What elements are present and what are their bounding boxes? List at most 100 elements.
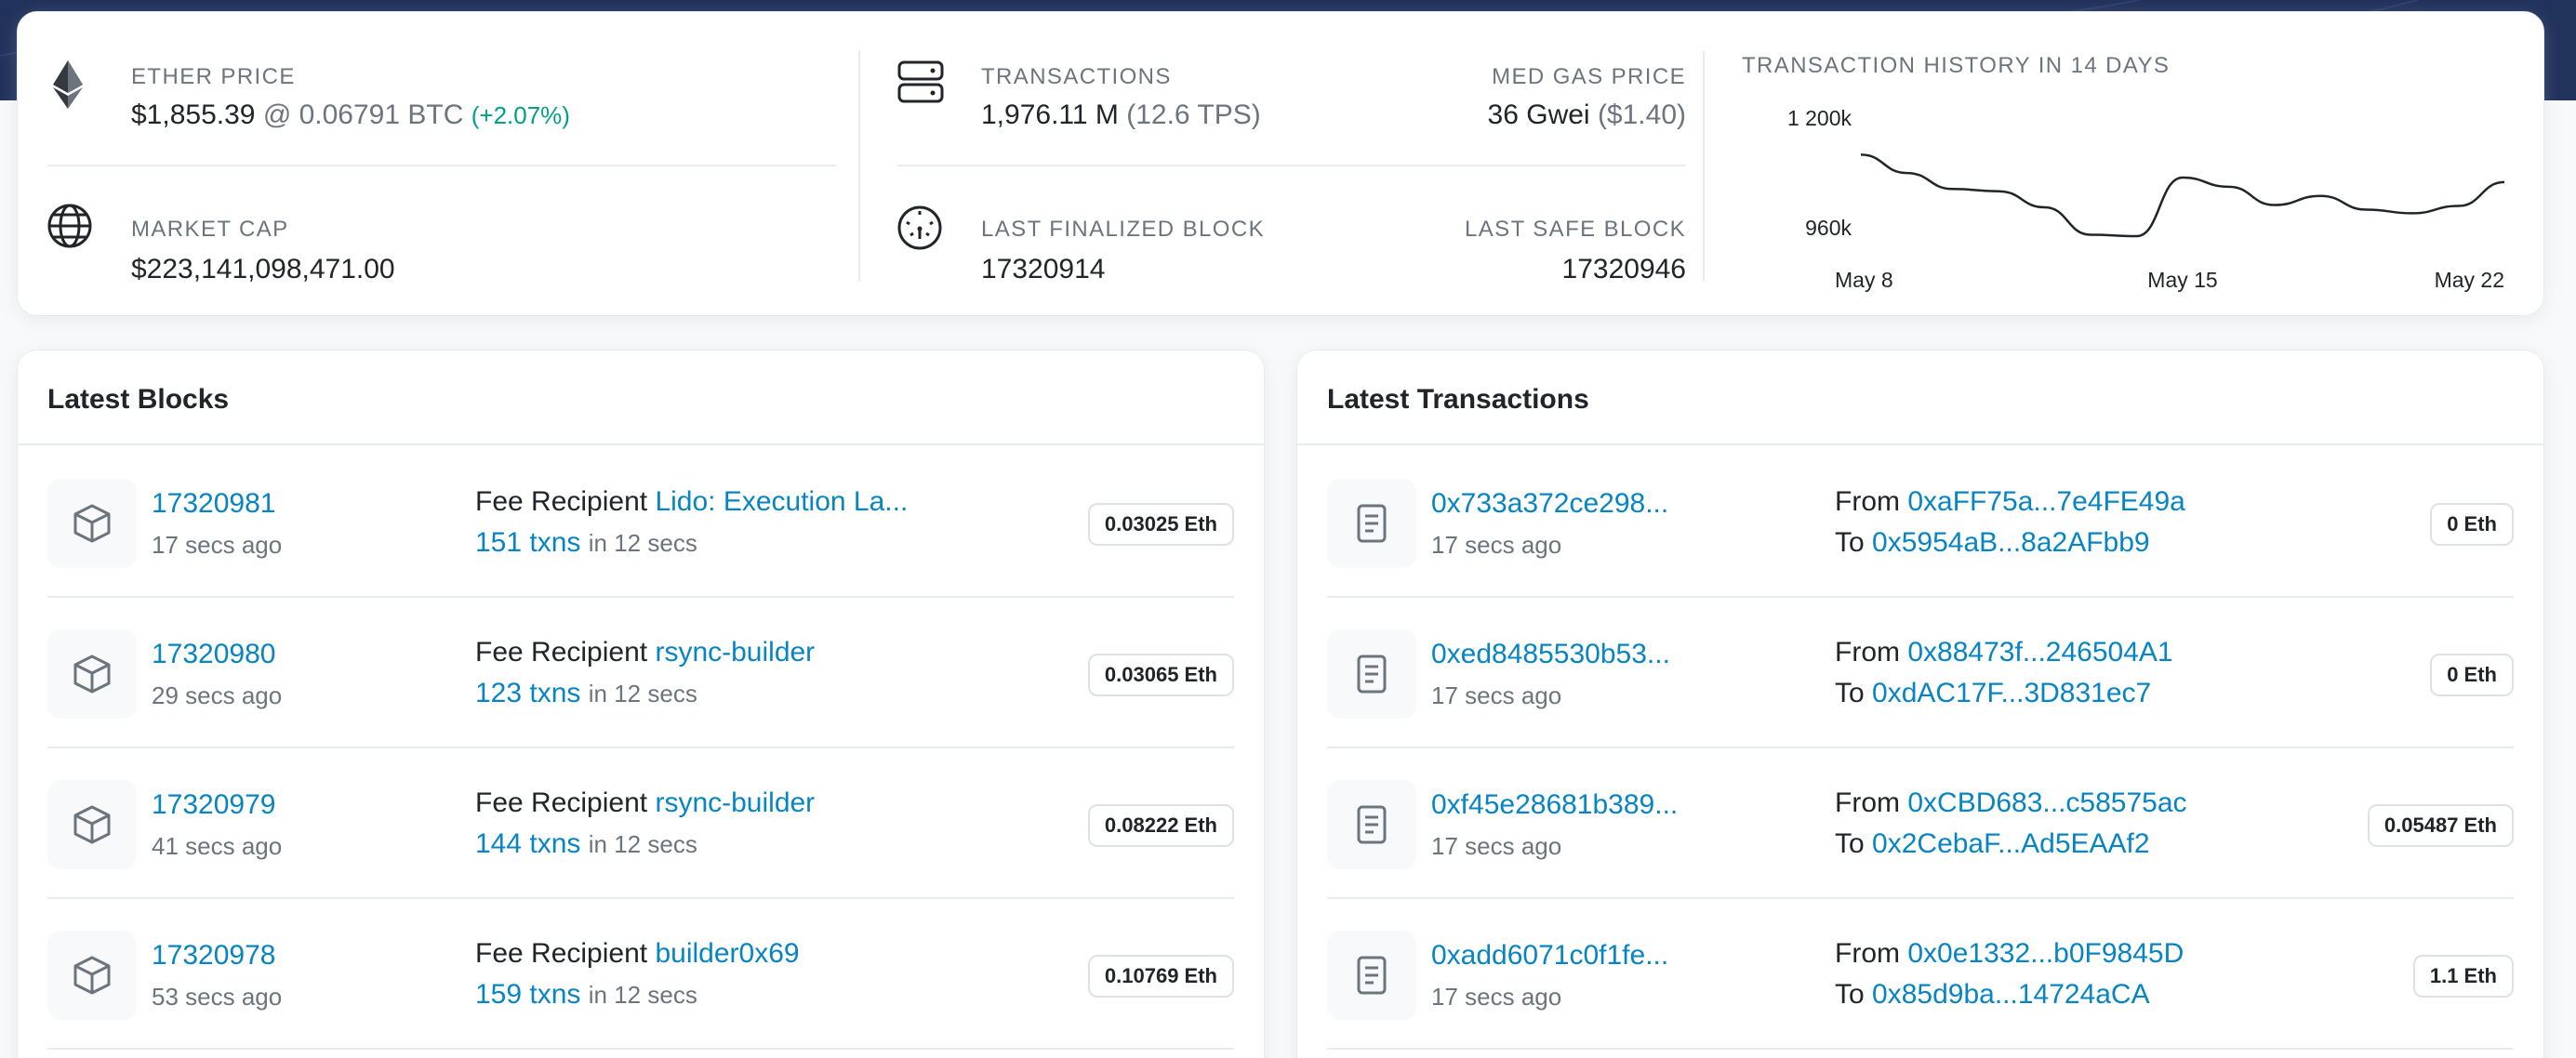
block-reward-badge[interactable]: 0.03025 Eth <box>1087 503 1234 546</box>
transaction-tile <box>1327 931 1416 1020</box>
transactions-stat: TRANSACTIONS 1,976.11 M (12.6 TPS) MED G… <box>897 23 1686 135</box>
chart-point[interactable] <box>2131 231 2143 242</box>
fee-recipient-link[interactable]: Lido: Execution La... <box>655 486 908 517</box>
chart-point[interactable] <box>1947 183 1959 194</box>
med-gas-usd: ($1.40) <box>1597 99 1686 130</box>
transactions-count[interactable]: 1,976.11 M <box>981 99 1119 130</box>
transaction-hash-link[interactable]: 0xed8485530b53... <box>1431 639 1670 670</box>
to-address-link[interactable]: 0x2CebaF...Ad5EAAf2 <box>1872 828 2150 859</box>
block-reward-badge[interactable]: 0.03065 Eth <box>1087 654 1234 696</box>
block-tile <box>47 931 137 1020</box>
block-time-label: in 12 secs <box>588 529 697 557</box>
fee-recipient-link[interactable]: rsync-builder <box>655 637 815 668</box>
chart-point[interactable] <box>1901 167 1912 179</box>
chart-point[interactable] <box>2499 177 2510 188</box>
block-tile <box>47 479 137 568</box>
transaction-value-badge[interactable]: 1.1 Eth <box>2412 955 2514 998</box>
ether-price-btc: @ 0.06791 BTC <box>262 99 464 130</box>
block-number-link[interactable]: 17320978 <box>152 940 275 972</box>
block-number-link[interactable]: 17320981 <box>152 488 275 520</box>
to-address-link[interactable]: 0xdAC17F...3D831ec7 <box>1872 678 2151 708</box>
transactions-label: TRANSACTIONS <box>981 64 1172 89</box>
fee-recipient: Fee Recipient rsync-builder <box>475 637 815 668</box>
chart-point[interactable] <box>2223 181 2234 192</box>
transaction-hash-link[interactable]: 0x733a372ce298... <box>1431 488 1668 520</box>
server-icon <box>897 60 944 103</box>
market-cap-value: $223,141,098,471.00 <box>131 254 395 284</box>
to-label: To <box>1835 979 1865 1010</box>
divider <box>47 165 836 166</box>
from-address-link[interactable]: 0xCBD683...c58575ac <box>1907 787 2186 818</box>
transaction-age: 17 secs ago <box>1431 531 1562 559</box>
block-row: 17320980 29 secs ago Fee Recipient rsync… <box>47 598 1234 748</box>
chart-point[interactable] <box>2269 200 2280 211</box>
transaction-value-badge[interactable]: 0.05487 Eth <box>2367 804 2514 847</box>
block-row: 17320979 41 secs ago Fee Recipient rsync… <box>47 748 1234 899</box>
chart-point[interactable] <box>2085 230 2096 241</box>
transaction-value-badge[interactable]: 0 Eth <box>2430 654 2514 696</box>
transaction-tile <box>1327 780 1416 869</box>
chart-point[interactable] <box>2039 202 2051 213</box>
transactions-series-line <box>1860 153 2505 238</box>
chart-point[interactable] <box>2315 191 2326 202</box>
chart-point[interactable] <box>2361 204 2372 215</box>
block-reward-badge[interactable]: 0.10769 Eth <box>1087 955 1234 998</box>
latest-blocks-title: Latest Blocks <box>47 384 230 415</box>
transaction-to: To 0x2CebaF...Ad5EAAf2 <box>1835 828 2150 860</box>
ether-price-usd[interactable]: $1,855.39 <box>131 99 255 130</box>
block-time-label: in 12 secs <box>588 830 697 858</box>
to-address-link[interactable]: 0x5954aB...8a2AFbb9 <box>1872 527 2150 558</box>
fee-recipient-link[interactable]: builder0x69 <box>655 938 799 969</box>
network-stats-card: ETHER PRICE $1,855.39 @ 0.06791 BTC (+2.… <box>17 11 2544 316</box>
transaction-hash-link[interactable]: 0xf45e28681b389... <box>1431 789 1678 821</box>
last-finalized-value[interactable]: 17320914 <box>981 254 1105 285</box>
y-tick-label: 960k <box>1805 216 1852 240</box>
to-address-link[interactable]: 0x85d9ba...14724aCA <box>1872 979 2150 1010</box>
chart-title: TRANSACTION HISTORY IN 14 DAYS <box>1742 53 2171 78</box>
transaction-history-chart: TRANSACTION HISTORY IN 14 DAYS 1 200k 960… <box>1742 12 2527 317</box>
divider <box>897 165 1686 166</box>
transaction-to: To 0xdAC17F...3D831ec7 <box>1835 678 2151 709</box>
latest-blocks-header: Latest Blocks <box>18 350 1264 445</box>
document-icon <box>1357 956 1387 995</box>
block-age: 29 secs ago <box>152 681 283 709</box>
block-number-link[interactable]: 17320980 <box>152 639 275 670</box>
latest-transactions-title: Latest Transactions <box>1327 384 1589 415</box>
chart-point[interactable] <box>1855 149 1866 160</box>
fee-recipient: Fee Recipient rsync-builder <box>475 787 815 819</box>
last-safe-value[interactable]: 17320946 <box>1562 254 1686 285</box>
block-txns-link[interactable]: 159 txns <box>475 979 580 1010</box>
chart-point[interactable] <box>1993 186 2004 197</box>
block-reward-badge[interactable]: 0.08222 Eth <box>1087 804 1234 847</box>
chart-point[interactable] <box>2407 207 2418 218</box>
cube-icon <box>73 504 111 543</box>
from-address-link[interactable]: 0x88473f...246504A1 <box>1907 637 2172 668</box>
block-age: 17 secs ago <box>152 531 283 559</box>
fee-recipient-label: Fee Recipient <box>475 938 648 969</box>
block-number-link[interactable]: 17320979 <box>152 789 275 821</box>
transaction-hash-link[interactable]: 0xadd6071c0f1fe... <box>1431 940 1668 972</box>
chart-point[interactable] <box>2177 172 2188 183</box>
document-icon <box>1357 655 1387 694</box>
chart-svg[interactable]: 1 200k 960k May 8 May 15 May 22 <box>1742 105 2527 300</box>
document-icon <box>1357 504 1387 543</box>
from-address-link[interactable]: 0xaFF75a...7e4FE49a <box>1907 486 2185 517</box>
transaction-row: 0xf45e28681b389... 17 secs ago From 0xCB… <box>1327 748 2514 899</box>
transaction-value-badge[interactable]: 0 Eth <box>2430 503 2514 546</box>
transactions-value: 1,976.11 M (12.6 TPS) <box>981 99 1261 131</box>
latest-transactions-panel: Latest Transactions 0x733a372ce298... 17… <box>1296 350 2544 1058</box>
block-txns-link[interactable]: 144 txns <box>475 828 580 859</box>
block-txns: 159 txns in 12 secs <box>475 979 697 1011</box>
from-address-link[interactable]: 0x0e1332...b0F9845D <box>1907 938 2184 969</box>
fee-recipient-link[interactable]: rsync-builder <box>655 787 815 818</box>
transaction-tile <box>1327 629 1416 719</box>
transaction-from: From 0xaFF75a...7e4FE49a <box>1835 486 2185 518</box>
med-gas-gwei[interactable]: 36 Gwei <box>1488 99 1590 130</box>
transaction-row: 0x733a372ce298... 17 secs ago From 0xaFF… <box>1327 447 2514 598</box>
block-txns-link[interactable]: 151 txns <box>475 527 580 558</box>
chart-point[interactable] <box>2453 201 2464 212</box>
fee-recipient-label: Fee Recipient <box>475 787 648 818</box>
transaction-to: To 0x85d9ba...14724aCA <box>1835 979 2150 1011</box>
block-txns-link[interactable]: 123 txns <box>475 678 580 708</box>
transaction-from: From 0x0e1332...b0F9845D <box>1835 938 2184 970</box>
